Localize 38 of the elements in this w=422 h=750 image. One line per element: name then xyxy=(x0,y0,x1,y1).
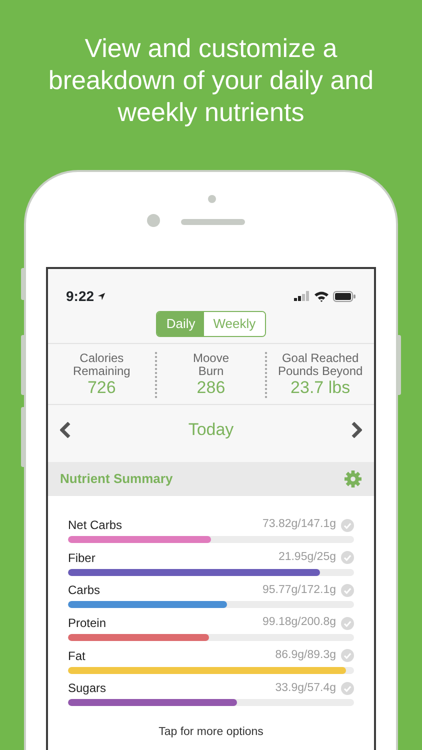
nutrient-name: Fiber xyxy=(68,550,96,567)
nutrient-reading: 86.9g/89.3g xyxy=(275,648,336,664)
sensor xyxy=(208,195,216,203)
status-time: 9:22 xyxy=(66,286,94,306)
check-icon xyxy=(341,649,354,662)
signal-icon xyxy=(294,291,310,301)
check-icon xyxy=(341,616,354,630)
stat-label: Calories Remaining xyxy=(72,352,132,378)
nutrient-name: Fat xyxy=(68,648,86,665)
headline: View and customize a breakdown of your daily and weekly nutrients xyxy=(47,32,375,129)
check-icon xyxy=(341,551,354,564)
check-icon xyxy=(341,682,354,695)
stat-value: 286 xyxy=(196,378,226,398)
nutrient-reading: 95.77g/172.1g xyxy=(262,582,336,598)
stat-label: Goal Reached Pounds Beyond xyxy=(276,352,364,378)
stat-value: 726 xyxy=(86,378,117,398)
nutrient-name: Protein xyxy=(68,615,108,632)
nutrient-name: Carbs xyxy=(68,582,102,600)
nutrient-reading: 73.82g/147.1g xyxy=(262,517,336,532)
nutrient-reading: 99.18g/200.8g xyxy=(262,615,336,630)
more-options-link[interactable]: Tap for more options xyxy=(68,724,354,742)
location-arrow-icon xyxy=(97,292,106,300)
nutrient-reading: 33.9g/57.4g xyxy=(275,680,336,696)
check-icon xyxy=(341,518,354,532)
nutrient-name: Sugars xyxy=(68,680,108,698)
stat-label: Moove Burn xyxy=(192,352,230,378)
date-title: Today xyxy=(188,418,234,441)
nutrient-name: Net Carbs xyxy=(68,517,124,534)
check-icon xyxy=(341,584,354,597)
section-title: Nutrient Summary xyxy=(60,470,173,488)
segment-tab[interactable]: Daily xyxy=(157,312,204,336)
battery-icon xyxy=(333,290,356,302)
camera xyxy=(147,214,160,227)
stat-value: 23.7 lbs xyxy=(290,378,352,398)
nutrient-reading: 21.95g/25g xyxy=(278,550,336,566)
wifi-icon xyxy=(314,290,329,302)
segment-tab[interactable]: Weekly xyxy=(204,312,265,336)
speaker xyxy=(181,219,245,225)
